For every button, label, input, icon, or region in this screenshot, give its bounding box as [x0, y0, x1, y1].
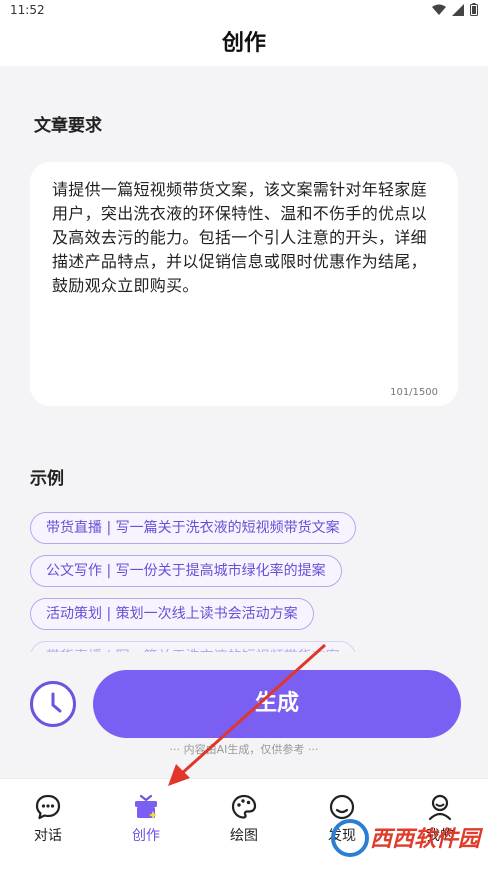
signal-icon	[452, 3, 464, 16]
app-header: 创作	[0, 22, 488, 66]
tab-draw[interactable]: 绘图	[214, 793, 274, 845]
wifi-icon	[432, 4, 446, 15]
examples-section-title: 示例	[30, 469, 64, 489]
status-icons	[432, 3, 478, 16]
status-bar: 11:52	[0, 0, 488, 22]
article-requirement-text[interactable]: 请提供一篇短视频带货文案，该文案需针对年轻家庭用户，突出洗衣液的环保特性、温和不…	[52, 178, 438, 298]
svg-text:西西软件园: 西西软件园	[370, 827, 484, 852]
tab-create[interactable]: 创作	[116, 793, 176, 845]
watermark-graphic: 西西软件园	[331, 819, 484, 857]
gift-box-icon	[135, 794, 158, 819]
character-counter: 101/1500	[390, 387, 438, 398]
chat-icon	[35, 794, 61, 820]
tab-label: 创作	[132, 828, 160, 844]
history-button[interactable]	[30, 681, 76, 727]
palette-icon	[231, 794, 257, 819]
page-title: 创作	[221, 31, 266, 56]
tab-label: 绘图	[230, 828, 258, 844]
example-chip[interactable]: 活动策划 | 策划一次线上读书会活动方案	[30, 598, 314, 630]
tab-label: 对话	[34, 828, 62, 844]
example-chip[interactable]: 带货直播 | 写一篇关于洗衣液的短视频带货文案	[30, 512, 356, 544]
watermark-logo: 西西软件园	[330, 808, 488, 864]
clock-icon	[51, 692, 62, 713]
ai-disclaimer: ··· 内容由AI生成，仅供参考 ···	[169, 743, 319, 756]
battery-icon	[470, 3, 478, 16]
generate-button[interactable]: 生成	[93, 670, 461, 738]
example-chip[interactable]: 公文写作 | 写一份关于提高城市绿化率的提案	[30, 555, 342, 587]
article-requirement-input[interactable]: 请提供一篇短视频带货文案，该文案需针对年轻家庭用户，突出洗衣液的环保特性、温和不…	[30, 162, 458, 406]
tab-chat[interactable]: 对话	[18, 793, 78, 845]
status-time: 11:52	[10, 3, 45, 17]
article-section-title: 文章要求	[34, 116, 102, 136]
